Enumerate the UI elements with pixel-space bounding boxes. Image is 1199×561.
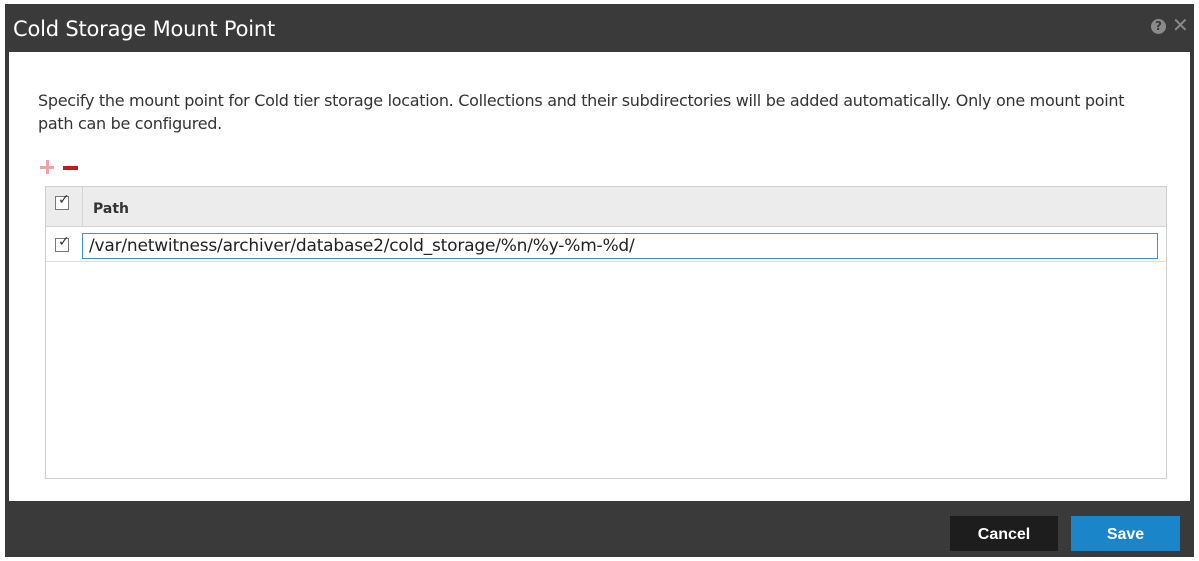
cold-storage-dialog: Cold Storage Mount Point ? ✕ Specify the… (5, 4, 1194, 557)
minus-icon[interactable] (63, 166, 78, 170)
row-checkbox[interactable]: ✓ (55, 234, 70, 252)
checkmark-icon: ✓ (58, 192, 70, 208)
dialog-body: Specify the mount point for Cold tier st… (9, 52, 1190, 501)
dialog-title: Cold Storage Mount Point (13, 17, 276, 41)
cancel-button[interactable]: Cancel (950, 516, 1058, 551)
checkmark-icon: ✓ (58, 234, 70, 250)
plus-icon[interactable] (40, 160, 54, 174)
dialog-footer: Cancel Save (5, 501, 1194, 557)
path-input[interactable] (82, 233, 1158, 259)
row-checkbox-cell: ✓ (46, 227, 82, 261)
column-header-path[interactable]: Path (93, 201, 129, 217)
description-text: Specify the mount point for Cold tier st… (38, 91, 1125, 133)
save-button[interactable]: Save (1071, 516, 1180, 551)
dialog-titlebar: Cold Storage Mount Point ? ✕ (5, 4, 1194, 52)
header-checkbox-cell: ✓ (46, 187, 83, 226)
help-icon[interactable]: ? (1151, 19, 1166, 34)
grid-header: ✓ Path (46, 187, 1166, 227)
select-all-checkbox[interactable]: ✓ (55, 192, 70, 210)
table-row[interactable]: ✓ (46, 227, 1166, 262)
close-icon[interactable]: ✕ (1172, 14, 1189, 36)
path-grid: ✓ Path ✓ (45, 186, 1167, 479)
